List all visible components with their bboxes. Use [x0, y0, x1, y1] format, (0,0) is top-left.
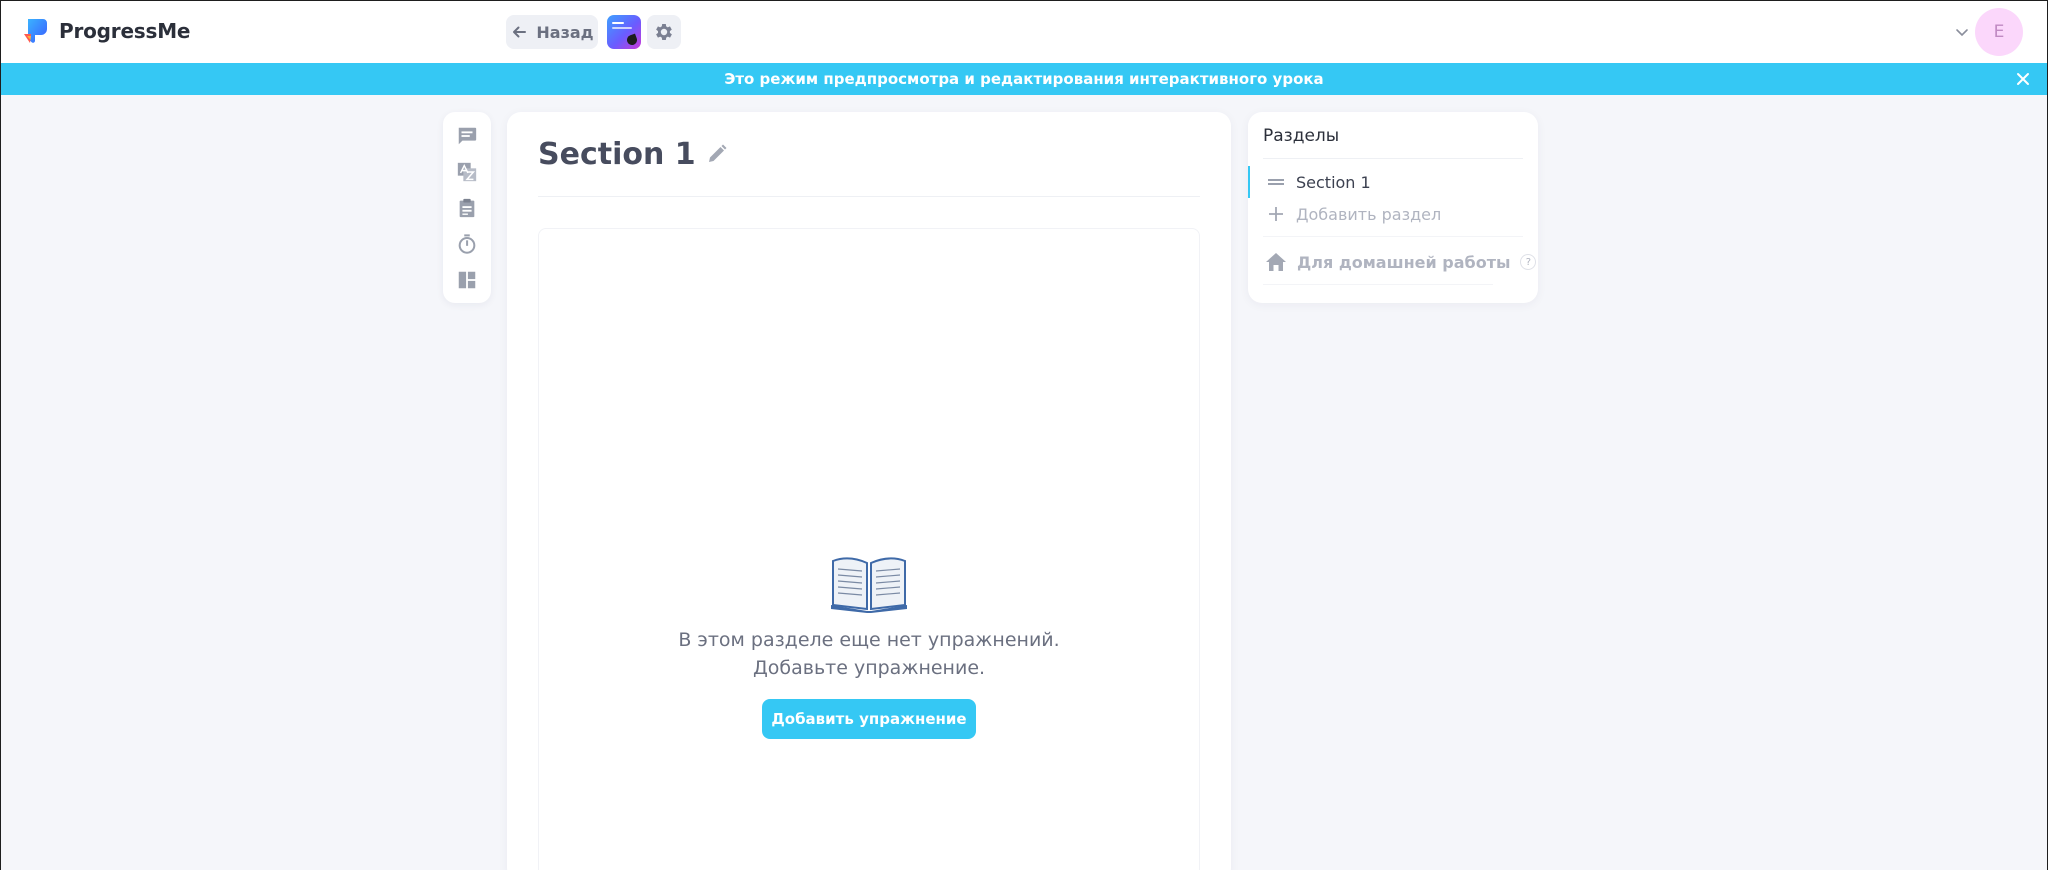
empty-state-hint: Добавьте упражнение.	[752, 657, 986, 679]
lesson-thumbnail[interactable]	[607, 15, 641, 49]
add-section-button[interactable]: Добавить раздел	[1248, 200, 1538, 228]
thumbnail-line	[612, 22, 624, 24]
section-title-row: Section 1	[538, 132, 728, 176]
homework-label: Для домашней работы	[1297, 252, 1511, 272]
close-icon[interactable]	[2015, 71, 2031, 87]
open-book-icon	[831, 557, 907, 613]
active-indicator	[1248, 166, 1250, 198]
section-list-item[interactable]: Section 1	[1248, 166, 1538, 198]
tool-timer[interactable]	[455, 232, 479, 256]
thumbnail-brush-icon	[625, 33, 639, 47]
chevron-down-icon[interactable]	[1953, 23, 1971, 41]
back-label: Назад	[536, 22, 594, 42]
translate-icon	[457, 162, 477, 182]
sections-panel-title: Разделы	[1263, 126, 1340, 146]
app-logo[interactable]: ProgressMe	[21, 17, 190, 45]
title-divider	[538, 196, 1200, 197]
frame-left-border	[0, 0, 1, 870]
thumbnail-line	[612, 27, 632, 29]
brand-name: ProgressMe	[59, 19, 191, 43]
settings-button[interactable]	[647, 15, 681, 49]
drag-handle-icon[interactable]	[1266, 172, 1286, 192]
help-icon[interactable]: ?	[1520, 254, 1537, 270]
banner-text: Это режим предпросмотра и редактирования…	[724, 70, 1324, 88]
panel-divider	[1263, 236, 1523, 237]
timer-icon	[458, 234, 476, 254]
tool-assignments[interactable]	[455, 196, 479, 220]
tool-rail	[443, 112, 491, 303]
homework-toggle[interactable]: Для домашней работы ?	[1248, 248, 1538, 276]
user-avatar[interactable]: E	[1975, 8, 2023, 56]
tool-comments[interactable]	[455, 124, 479, 148]
logo-icon	[24, 19, 47, 43]
panel-divider	[1263, 158, 1523, 159]
layout-icon	[458, 271, 476, 289]
clipboard-icon	[459, 198, 475, 218]
gear-icon	[656, 24, 672, 40]
top-header: ProgressMe Назад E	[0, 0, 2048, 63]
empty-state-message: В этом разделе еще нет упражнений.	[678, 629, 1060, 651]
exercise-area: В этом разделе еще нет упражнений. Добав…	[538, 228, 1200, 870]
tool-translate[interactable]	[455, 160, 479, 184]
preview-mode-banner: Это режим предпросмотра и редактирования…	[0, 63, 2048, 95]
add-exercise-button[interactable]: Добавить упражнение	[762, 699, 976, 739]
sections-panel: Разделы Section 1 Добавить раздел Для до…	[1248, 112, 1538, 303]
section-title: Section 1	[538, 136, 696, 172]
add-section-label: Добавить раздел	[1296, 204, 1442, 224]
section-editor-card: Section 1 В этом разделе еще нет упражне…	[507, 112, 1231, 870]
panel-divider	[1263, 284, 1493, 285]
plus-icon	[1269, 207, 1283, 221]
arrow-left-icon	[513, 26, 527, 38]
avatar-initial: E	[1993, 22, 2005, 42]
message-icon	[458, 127, 477, 145]
section-item-label: Section 1	[1296, 172, 1371, 192]
pencil-icon[interactable]	[706, 143, 728, 165]
tool-layout[interactable]	[455, 268, 479, 292]
back-button[interactable]: Назад	[506, 15, 598, 49]
home-icon	[1266, 253, 1286, 271]
